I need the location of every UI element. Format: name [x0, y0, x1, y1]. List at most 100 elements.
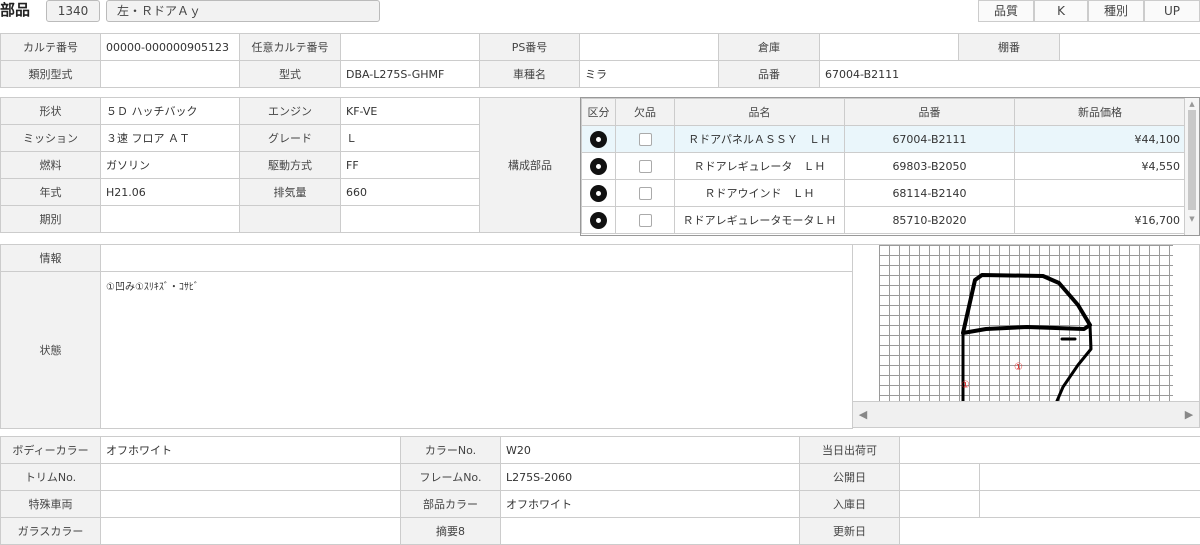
kubun-header: 区分: [582, 99, 616, 126]
missing-cell: [616, 153, 675, 180]
drive-value: FF: [341, 152, 480, 179]
missing-cell: [616, 180, 675, 207]
missing-header: 欠品: [616, 99, 675, 126]
class-type-value: [101, 61, 240, 88]
warehouse-value: [820, 34, 959, 61]
any-karte-label: 任意カルテ番号: [240, 34, 341, 61]
shelf-value: [1060, 34, 1200, 61]
kind-value: UP: [1144, 0, 1200, 22]
new-price-header: 新品価格: [1015, 99, 1186, 126]
same-day-ship-value: [900, 437, 1200, 464]
empty-label: [240, 206, 341, 233]
quality-label: 品質: [978, 0, 1034, 22]
parts-scrollbar[interactable]: ▲ ▼: [1184, 98, 1199, 235]
scroll-right-icon[interactable]: ▶: [1179, 402, 1199, 428]
table-row[interactable]: Ｒドアウインド ＬＨ 68114-B2140: [582, 180, 1186, 207]
car-name-value: ミラ: [580, 61, 719, 88]
body-color-value: オフホワイト: [101, 437, 401, 464]
table-row[interactable]: ＲドアパネルＡＳＳＹ ＬＨ 67004-B2111 ¥44,100: [582, 126, 1186, 153]
transmission-label: ミッション: [1, 125, 101, 152]
special-vehicle-label: 特殊車両: [1, 491, 101, 518]
engine-value: KF-VE: [341, 98, 480, 125]
color-number-label: カラーNo.: [401, 437, 501, 464]
disc-icon-cell: [582, 180, 616, 207]
missing-cell: [616, 126, 675, 153]
year-label: 年式: [1, 179, 101, 206]
disc-icon: [590, 212, 607, 229]
drive-label: 駆動方式: [240, 152, 341, 179]
trim-number-label: トリムNo.: [1, 464, 101, 491]
scroll-up-icon[interactable]: ▲: [1185, 98, 1199, 110]
grade-value: Ｌ: [341, 125, 480, 152]
door-diagram: [853, 245, 1200, 405]
displacement-value: 660: [341, 179, 480, 206]
part-name-cell: ＲドアレギュレータモータＬＨ: [675, 207, 845, 234]
glass-color-value: [101, 518, 401, 545]
door-body-outline: [963, 325, 1091, 405]
state-value: ①凹み①ｽﾘｷｽﾞ・ｺｻﾋﾞ: [101, 272, 853, 429]
door-window-outline: [963, 275, 1090, 333]
summary8-label: 摘要8: [401, 518, 501, 545]
price-cell: ¥44,100: [1015, 126, 1186, 153]
disc-icon-cell: [582, 207, 616, 234]
part-name-field[interactable]: 左・ＲドアＡｙ: [106, 0, 380, 22]
table-row[interactable]: ＲドアレギュレータモータＬＨ 85710-B2020 ¥16,700: [582, 207, 1186, 234]
warehouse-label: 倉庫: [719, 34, 820, 61]
scroll-left-icon[interactable]: ◀: [853, 402, 873, 428]
ps-number-label: PS番号: [480, 34, 580, 61]
special-vehicle-value: [101, 491, 401, 518]
shelf-label: 棚番: [959, 34, 1060, 61]
page-title: 部品: [0, 0, 30, 20]
part-name-cell: Ｒドアレギュレータ ＬＨ: [675, 153, 845, 180]
color-number-value: W20: [501, 437, 800, 464]
missing-checkbox[interactable]: [639, 133, 652, 146]
fuel-label: 燃料: [1, 152, 101, 179]
shape-label: 形状: [1, 98, 101, 125]
damage-marker-1[interactable]: ①: [1014, 362, 1026, 374]
year-value: H21.06: [101, 179, 240, 206]
frame-number-value: L275S-2060: [501, 464, 800, 491]
same-day-ship-label: 当日出荷可: [800, 437, 900, 464]
part-code-field[interactable]: 1340: [46, 0, 100, 22]
model-value: DBA-L275S-GHMF: [341, 61, 480, 88]
car-name-label: 車種名: [480, 61, 580, 88]
trim-number-value: [101, 464, 401, 491]
karte-number-value: 00000-000000905123: [101, 34, 240, 61]
damage-marker-2[interactable]: ①: [961, 380, 973, 392]
karte-number-label: カルテ番号: [1, 34, 101, 61]
part-color-value: オフホワイト: [501, 491, 800, 518]
part-number-cell: 85710-B2020: [845, 207, 1015, 234]
transmission-value: ３速 フロア ＡＴ: [101, 125, 240, 152]
table-row[interactable]: Ｒドアレギュレータ ＬＨ 69803-B2050 ¥4,550: [582, 153, 1186, 180]
fuel-value: ガソリン: [101, 152, 240, 179]
ps-number-value: [580, 34, 719, 61]
diagram-horizontal-scrollbar[interactable]: ◀ ▶: [853, 401, 1199, 427]
shape-value: ５Ｄ ハッチバック: [101, 98, 240, 125]
scrollbar-thumb[interactable]: [1188, 110, 1196, 210]
missing-checkbox[interactable]: [639, 187, 652, 200]
engine-label: エンジン: [240, 98, 341, 125]
frame-number-label: フレームNo.: [401, 464, 501, 491]
period-label: 期別: [1, 206, 101, 233]
notes-table: 情報 状態 ①凹み①ｽﾘｷｽﾞ・ｺｻﾋﾞ: [0, 244, 853, 429]
update-date-label: 更新日: [800, 518, 900, 545]
part-number-cell: 69803-B2050: [845, 153, 1015, 180]
period-value: [101, 206, 240, 233]
info-table: カルテ番号 00000-000000905123 任意カルテ番号 PS番号 倉庫…: [0, 33, 1200, 88]
update-date-value: [900, 518, 1200, 545]
quality-value: K: [1034, 0, 1088, 22]
missing-checkbox[interactable]: [639, 214, 652, 227]
kind-label: 種別: [1088, 0, 1144, 22]
component-label: 構成部品: [480, 98, 581, 233]
bottom-table: ボディーカラー オフホワイト カラーNo. W20 当日出荷可 トリムNo. フ…: [0, 436, 1200, 545]
grade-label: グレード: [240, 125, 341, 152]
part-name-header: 品名: [675, 99, 845, 126]
part-color-label: 部品カラー: [401, 491, 501, 518]
publish-date-extra: [980, 464, 1200, 491]
arrival-date-label: 入庫日: [800, 491, 900, 518]
parts-table: 区分 欠品 品名 品番 新品価格 ＲドアパネルＡＳＳＹ ＬＨ 67004-B21…: [581, 98, 1186, 234]
missing-checkbox[interactable]: [639, 160, 652, 173]
scroll-down-icon[interactable]: ▼: [1185, 210, 1199, 228]
disc-icon-cell: [582, 126, 616, 153]
part-number-header: 品番: [845, 99, 1015, 126]
